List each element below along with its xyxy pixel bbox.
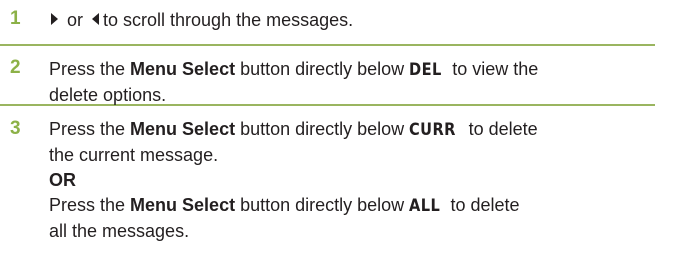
text-segment: Press the [49,119,131,139]
text-segment: Press the [49,195,131,215]
step-line: the current message. [49,145,219,165]
display-key-curr: CURR [409,120,457,140]
menu-select-label: Menu Select [130,195,236,215]
display-key-all: ALL [409,196,441,216]
text-segment: to view the [447,59,539,79]
or-text: or [62,10,89,30]
step-number: 1 [10,8,21,29]
text-segment: button directly below [235,59,410,79]
text-segment: Press the [49,59,131,79]
step-line: Press the Menu Select button directly be… [49,57,659,83]
right-arrow-icon [51,13,58,25]
step-text: or to scroll through the messages. [49,8,659,33]
or-label: OR [49,170,76,190]
step-2: 2 Press the Menu Select button directly … [0,46,655,106]
step-line: Press the Menu Select button directly be… [49,193,659,219]
step-number: 2 [10,57,21,78]
text-segment: button directly below [235,195,410,215]
step-line: delete options. [49,85,167,105]
text-segment: button directly below [235,119,410,139]
text-segment: to delete [463,119,538,139]
menu-select-label: Menu Select [130,119,236,139]
text-segment: to delete [445,195,520,215]
step-text: Press the Menu Select button directly be… [49,57,659,108]
instruction-steps: 1 or to scroll through the messages. 2 P… [0,0,683,241]
display-key-del: DEL [409,60,442,80]
step-number: 3 [10,118,21,139]
menu-select-label: Menu Select [130,59,236,79]
step-1: 1 or to scroll through the messages. [0,0,655,46]
step-line: all the messages. [49,221,190,241]
scroll-instruction: to scroll through the messages. [103,10,354,30]
step-line: Press the Menu Select button directly be… [49,117,659,143]
step-text: Press the Menu Select button directly be… [49,117,659,244]
left-arrow-icon [92,13,100,25]
